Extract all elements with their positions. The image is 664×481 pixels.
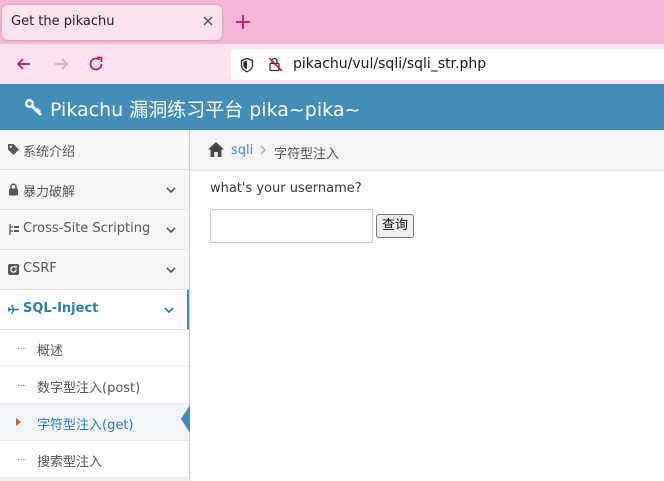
username-prompt: what's your username? <box>210 181 362 196</box>
url-text[interactable]: pikachu/vul/sqli/sqli_str.php <box>293 56 486 72</box>
reload-icon[interactable] <box>86 54 106 74</box>
refresh-icon <box>8 264 19 275</box>
sidebar-subitem-overview[interactable]: 概述 <box>0 330 189 367</box>
new-tab-icon[interactable] <box>232 11 254 33</box>
shield-icon[interactable] <box>239 57 255 73</box>
forward-icon[interactable] <box>51 54 71 74</box>
sidebar-subitem-search[interactable]: 搜索型注入 <box>0 441 189 478</box>
tree-connector <box>18 348 26 349</box>
chevron-down-icon <box>166 227 176 234</box>
tag-icon <box>8 144 19 155</box>
chevron-down-icon <box>166 267 176 274</box>
tab-title: Get the pikachu <box>11 14 115 29</box>
sidebar-item-intro[interactable]: 系统介绍 <box>0 130 189 170</box>
insecure-lock-icon[interactable] <box>267 56 284 73</box>
tree-connector <box>18 385 26 386</box>
sidebar-item-sqli[interactable]: SQL-Inject <box>0 290 189 330</box>
sidebar-subitem-string-get[interactable]: 字符型注入(get) <box>0 404 189 441</box>
sidebar-subitem-label: 字符型注入(get) <box>37 418 134 433</box>
lock-icon <box>9 183 18 196</box>
sidebar-subitem-numeric-post[interactable]: 数字型注入(post) <box>0 367 189 404</box>
brand-title[interactable]: Pikachu 漏洞练习平台 pika~pika~ <box>50 95 360 122</box>
sidebar-subitem-label: 数字型注入(post) <box>37 381 141 396</box>
back-icon[interactable] <box>14 54 34 74</box>
tree-connector <box>18 459 26 460</box>
list-tree-icon <box>9 224 19 235</box>
query-button[interactable]: 查询 <box>376 214 414 238</box>
breadcrumb: sqli 字符型注入 <box>191 130 664 171</box>
plane-icon <box>7 304 19 315</box>
sidebar-item-label: 暴力破解 <box>23 185 76 200</box>
wrench-icon <box>25 99 42 116</box>
username-input[interactable] <box>210 209 373 243</box>
chevron-right-icon <box>260 145 266 155</box>
chevron-down-icon <box>164 307 174 314</box>
sidebar-item-bruteforce[interactable]: 暴力破解 <box>0 170 189 210</box>
chevron-down-icon <box>166 187 176 194</box>
close-icon[interactable] <box>201 14 215 28</box>
sidebar-subitem-label: 概述 <box>37 344 64 359</box>
site-header: Pikachu 漏洞练习平台 pika~pika~ <box>0 84 664 130</box>
browser-tab-strip: Get the pikachu <box>0 0 664 44</box>
sidebar-subitem-label: 搜索型注入 <box>37 455 103 470</box>
home-icon[interactable] <box>207 141 225 158</box>
browser-tab[interactable]: Get the pikachu <box>2 5 222 40</box>
breadcrumb-current: 字符型注入 <box>274 147 340 162</box>
sidebar-item-label: 系统介绍 <box>23 145 76 160</box>
browser-nav-bar: pikachu/vul/sqli/sqli_str.php <box>0 44 664 84</box>
sidebar-item-label: SQL-Inject <box>23 301 99 316</box>
breadcrumb-link-sqli[interactable]: sqli <box>231 143 253 158</box>
sidebar-item-label: CSRF <box>23 261 57 276</box>
active-item-pointer <box>181 405 190 433</box>
caret-right-icon <box>16 418 21 426</box>
address-bar[interactable]: pikachu/vul/sqli/sqli_str.php <box>231 49 664 80</box>
sidebar-item-csrf[interactable]: CSRF <box>0 250 189 290</box>
sidebar-item-label: Cross-Site Scripting <box>23 221 151 236</box>
sidebar-item-xss[interactable]: Cross-Site Scripting <box>0 210 189 250</box>
